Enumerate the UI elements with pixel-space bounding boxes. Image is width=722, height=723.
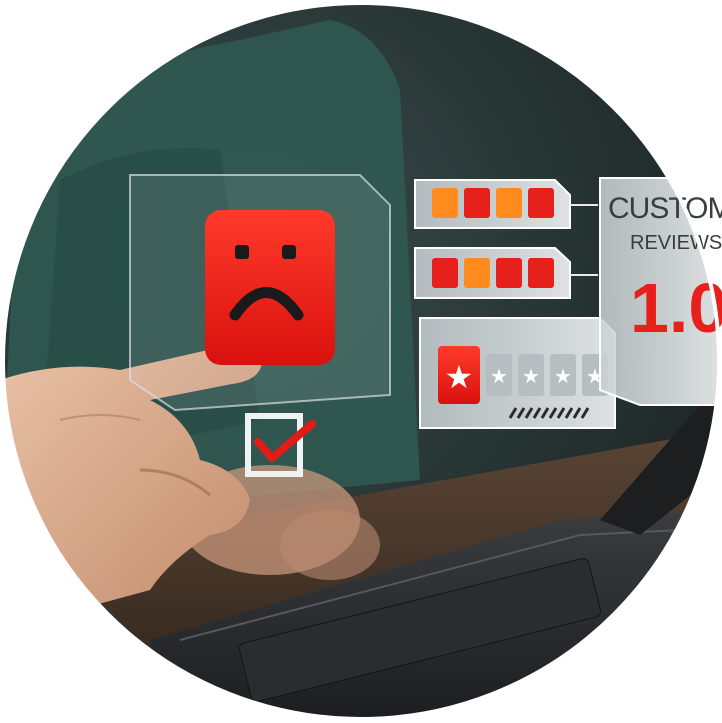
panel-title-line1: CUSTOM	[608, 192, 722, 225]
sad-face-icon	[205, 210, 335, 365]
star-rating-panel: ★ ★ ★ ★ ★	[419, 317, 616, 429]
star-icon: ★	[445, 358, 474, 396]
star-icon: ★	[522, 364, 540, 388]
photo-canvas: ★ ★ ★ ★ ★	[3, 3, 719, 719]
star-icon: ★	[490, 364, 508, 388]
customer-review-photo: ★ ★ ★ ★ ★ CUSTOM REVIEWS 1.0	[0, 0, 722, 723]
star-icon: ★	[554, 364, 572, 388]
rating-value: 1.0	[630, 269, 722, 347]
panel-title-line2: REVIEWS	[630, 232, 722, 254]
